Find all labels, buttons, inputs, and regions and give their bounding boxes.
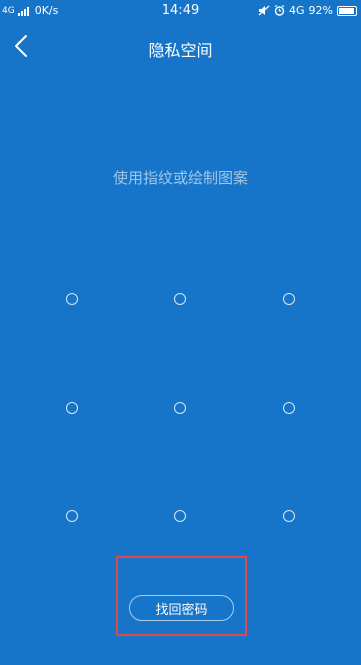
recover-password-button[interactable]: 找回密码 <box>129 595 234 621</box>
pattern-dot-8[interactable] <box>174 510 186 522</box>
pattern-dot-2[interactable] <box>174 293 186 305</box>
pattern-dot-7[interactable] <box>66 510 78 522</box>
pattern-dot-6[interactable] <box>283 402 295 414</box>
pattern-dot-4[interactable] <box>66 402 78 414</box>
pattern-dot-1[interactable] <box>66 293 78 305</box>
pattern-dot-3[interactable] <box>283 293 295 305</box>
pattern-dot-5[interactable] <box>174 402 186 414</box>
pattern-dot-9[interactable] <box>283 510 295 522</box>
